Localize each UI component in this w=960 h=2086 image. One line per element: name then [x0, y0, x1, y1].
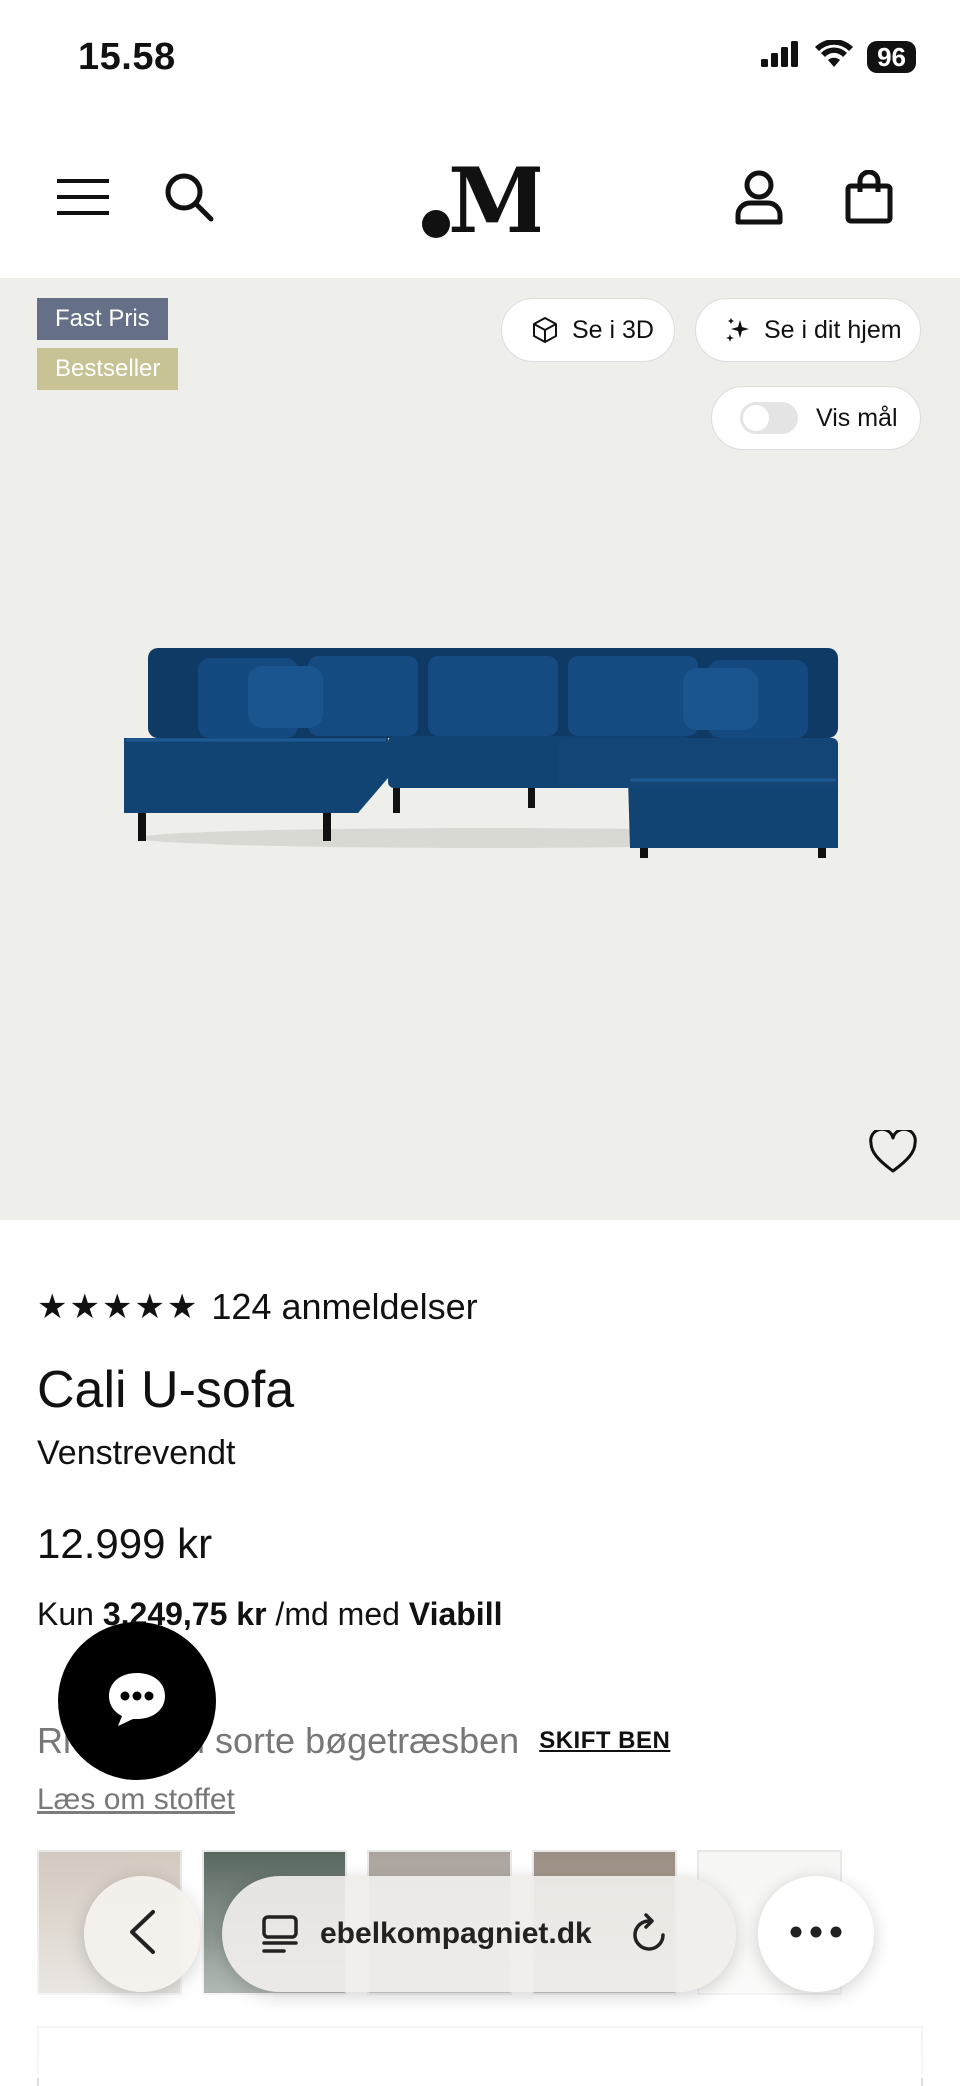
financing-prefix: Kun: [37, 1596, 94, 1632]
cart-button[interactable]: [834, 164, 904, 234]
badge-bestseller: Bestseller: [37, 348, 179, 390]
chevron-left-icon: [127, 1909, 157, 1960]
product-image-area[interactable]: Fast Pris Bestseller Se i 3D Se i dit hj…: [0, 278, 960, 1220]
view-3d-label: Se i 3D: [572, 315, 654, 344]
badge-fast-price: Fast Pris: [37, 298, 168, 340]
product-variant: Venstrevendt: [37, 1434, 236, 1472]
reload-icon[interactable]: [630, 1913, 670, 1955]
reader-icon[interactable]: [260, 1914, 300, 1954]
view-in-home-button[interactable]: Se i dit hjem: [695, 298, 921, 362]
sofa-image: [124, 648, 838, 858]
browser-url-bar[interactable]: ebelkompagniet.dk: [222, 1876, 736, 1992]
change-legs-link[interactable]: SKIFT BEN: [539, 1727, 670, 1755]
logo-letter: M: [448, 152, 540, 242]
view-in-home-label: Se i dit hjem: [764, 315, 902, 344]
more-dots-icon: [790, 1925, 842, 1943]
account-icon: [735, 169, 783, 230]
browser-back-button[interactable]: [84, 1876, 200, 1992]
show-dimensions-label: Vis mål: [816, 403, 898, 432]
chat-button[interactable]: [58, 1622, 216, 1780]
cellular-signal-icon: [761, 41, 801, 72]
cube-icon: [530, 315, 560, 345]
search-button[interactable]: [154, 164, 224, 234]
status-bar: 15.58 96: [0, 0, 960, 120]
toggle-switch[interactable]: [740, 402, 798, 434]
product-price: 12.999 kr: [37, 1520, 213, 1567]
product-title: Cali U-sofa: [37, 1361, 295, 1419]
review-count: 124 anmeldelser: [211, 1286, 478, 1327]
view-3d-button[interactable]: Se i 3D: [501, 298, 675, 362]
status-icons: 96: [761, 39, 916, 73]
wifi-icon: [815, 39, 854, 73]
status-time: 15.58: [78, 36, 176, 78]
favorite-heart-icon[interactable]: [868, 1127, 918, 1179]
search-icon: [163, 171, 215, 228]
battery-indicator: 96: [867, 40, 916, 73]
financing-middle: /md med: [275, 1596, 400, 1632]
sparkle-icon: [724, 316, 752, 344]
site-header: M: [0, 120, 960, 278]
brand-logo[interactable]: M: [420, 148, 548, 254]
financing-provider: Viabill: [408, 1596, 503, 1632]
browser-more-button[interactable]: [758, 1876, 874, 1992]
account-button[interactable]: [724, 164, 794, 234]
menu-button[interactable]: [48, 164, 118, 234]
chat-bubble-icon: [105, 1669, 169, 1734]
cart-icon: [845, 169, 893, 229]
show-dimensions-toggle[interactable]: Vis mål: [711, 386, 921, 450]
url-text: ebelkompagniet.dk: [320, 1917, 592, 1950]
rating-row[interactable]: ★★★★★ 124 anmeldelser: [37, 1286, 478, 1328]
star-rating: ★★★★★: [37, 1288, 200, 1326]
menu-icon: [57, 177, 109, 222]
